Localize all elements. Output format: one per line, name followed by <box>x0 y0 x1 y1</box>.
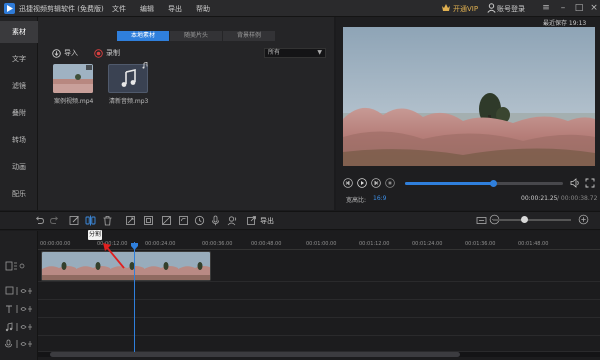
microphone-icon[interactable] <box>210 215 221 226</box>
menu-edit[interactable]: 编辑 <box>140 4 154 14</box>
last-saved-time: 最近保存 19:13 <box>543 20 587 27</box>
music-note-icon <box>119 69 139 89</box>
app-logo-icon <box>4 3 15 14</box>
undo-icon[interactable] <box>34 215 45 226</box>
stop-icon[interactable] <box>385 178 395 188</box>
voice-track-icon <box>4 339 36 349</box>
fullscreen-icon[interactable] <box>585 178 595 188</box>
text-track-icon <box>4 304 36 314</box>
music-track-icon <box>4 322 36 332</box>
menu-help[interactable]: 帮助 <box>196 4 210 14</box>
playback-controls <box>343 178 395 188</box>
record-icon <box>94 48 103 58</box>
crop-icon[interactable] <box>125 215 136 226</box>
media-item-audio-name: 清新音频.mp3 <box>109 98 149 105</box>
mosaic-icon[interactable] <box>161 215 172 226</box>
volume-icon[interactable] <box>570 178 581 188</box>
ruler-tick: 00:00:36.00 <box>202 241 233 247</box>
sidebar-item-animation[interactable]: 动画 <box>0 156 38 178</box>
media-item-video[interactable] <box>53 64 93 93</box>
progress-fill <box>405 182 494 185</box>
ruler-tick: 00:00:24.00 <box>145 241 176 247</box>
scrollbar-thumb[interactable] <box>50 352 460 357</box>
text-track[interactable] <box>38 300 600 318</box>
video-preview <box>343 27 595 166</box>
sidebar-item-music[interactable]: 配乐 <box>0 183 38 205</box>
menu-icon[interactable]: ≡ <box>540 2 552 14</box>
redo-icon[interactable] <box>49 215 60 226</box>
ruler-tick: 00:01:36.00 <box>465 241 496 247</box>
aspect-ratio-value[interactable]: 16:9 <box>373 195 386 202</box>
minimize-icon[interactable]: – <box>557 2 569 14</box>
export-button[interactable]: 导出 <box>260 216 274 226</box>
aspect-ratio-label: 宽高比: <box>346 197 367 204</box>
menu-file[interactable]: 文件 <box>112 4 126 14</box>
sidebar-item-transition[interactable]: 转场 <box>0 129 38 151</box>
ruler-tick: 00:01:48.00 <box>518 241 549 247</box>
vip-button[interactable]: 开通VIP <box>453 4 478 14</box>
pointer-arrow-icon <box>100 240 130 270</box>
next-icon[interactable] <box>371 178 381 188</box>
playhead-handle[interactable] <box>131 243 138 250</box>
current-time: 00:00:21.25 <box>521 195 558 202</box>
filter-select[interactable]: 所有 ▼ <box>264 48 326 58</box>
delete-icon[interactable] <box>102 215 113 226</box>
zoom-handle[interactable] <box>520 216 528 223</box>
overlay-track-icon <box>4 286 36 296</box>
import-button[interactable]: 导入 <box>52 48 78 58</box>
resize-icon[interactable] <box>143 215 154 226</box>
filter-value: 所有 <box>268 49 281 56</box>
record-button[interactable]: 录制 <box>94 48 120 58</box>
progress-slider[interactable] <box>405 180 563 187</box>
ruler-tick: 00:01:12.00 <box>359 241 390 247</box>
media-item-video-name: 案例视频.mp4 <box>54 98 94 105</box>
tab-intro[interactable]: 随美片头 <box>170 31 222 41</box>
playhead-line[interactable] <box>134 242 135 353</box>
close-icon[interactable]: × <box>588 2 600 14</box>
media-panel <box>38 17 334 210</box>
split-tooltip: 分割 <box>88 230 102 240</box>
ruler-tick: 00:01:24.00 <box>412 241 443 247</box>
progress-handle[interactable] <box>489 180 497 187</box>
tab-background[interactable]: 背景样例 <box>223 31 275 41</box>
rotate-icon[interactable] <box>178 215 189 226</box>
ruler-tick: 00:00:48.00 <box>251 241 282 247</box>
crown-icon[interactable] <box>441 3 451 13</box>
music-badge-icon <box>142 62 148 69</box>
voice-icon[interactable] <box>227 215 238 226</box>
tab-local-material[interactable]: 本地素材 <box>117 31 169 41</box>
app-title: 迅捷视频剪辑软件 (免费版) <box>19 5 104 13</box>
split-icon[interactable] <box>85 215 96 226</box>
ruler-tick: 00:01:00.00 <box>306 241 337 247</box>
sidebar-item-material[interactable]: 素材 <box>0 21 38 43</box>
import-label: 导入 <box>64 49 78 57</box>
play-icon[interactable] <box>357 178 367 188</box>
voice-track[interactable] <box>38 336 600 352</box>
edit-icon[interactable] <box>69 215 80 226</box>
menu-export[interactable]: 导出 <box>168 4 182 14</box>
sidebar-item-overlay[interactable]: 叠附 <box>0 102 38 124</box>
clock-icon[interactable] <box>194 215 205 226</box>
zoom-slider[interactable] <box>493 219 571 221</box>
music-track[interactable] <box>38 318 600 336</box>
user-icon[interactable] <box>487 3 496 13</box>
export-icon[interactable] <box>246 215 257 226</box>
overlay-track[interactable] <box>38 282 600 300</box>
sidebar-item-filter[interactable]: 滤镜 <box>0 75 38 97</box>
import-icon <box>52 48 61 58</box>
login-button[interactable]: 账号登录 <box>497 4 525 14</box>
previous-icon[interactable] <box>343 178 353 188</box>
chevron-down-icon: ▼ <box>317 49 322 56</box>
video-track-icon <box>4 261 36 271</box>
maximize-icon[interactable]: □ <box>573 2 585 14</box>
zoom-in-icon[interactable] <box>578 214 589 225</box>
ruler-tick: 00:00:00.00 <box>40 241 71 247</box>
fit-timeline-icon[interactable] <box>476 215 487 226</box>
record-label: 录制 <box>106 49 120 57</box>
sidebar-item-text[interactable]: 文字 <box>0 48 38 70</box>
total-time: / 00:00:38.72 <box>557 195 598 202</box>
